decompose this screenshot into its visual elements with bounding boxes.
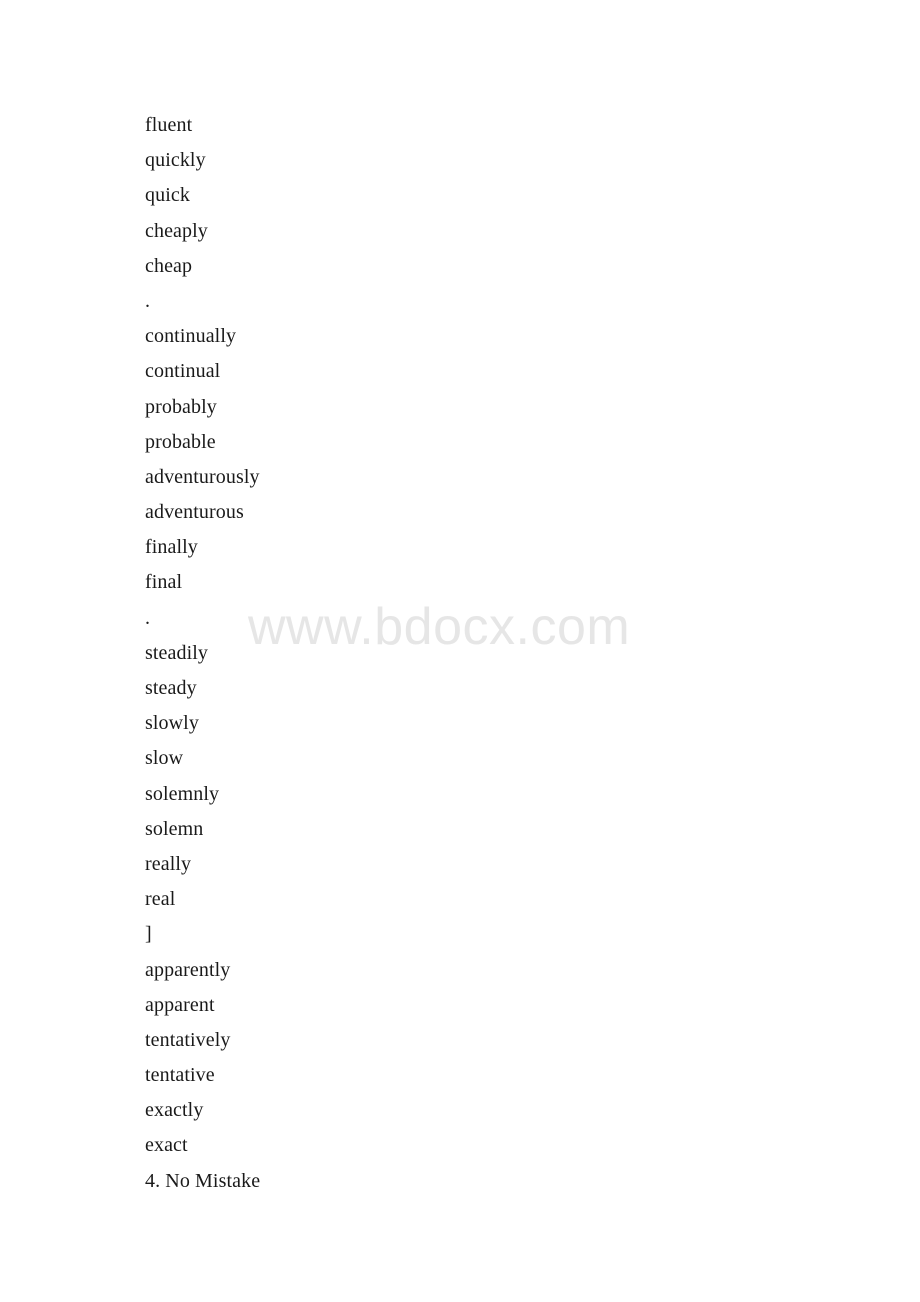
- word-line: quickly: [145, 149, 206, 172]
- word-line: probably: [145, 395, 217, 418]
- word-line: apparently: [145, 958, 231, 981]
- word-line: quick: [145, 184, 190, 207]
- separator-line: ]: [145, 923, 152, 946]
- word-line: cheap: [145, 254, 193, 277]
- word-line: tentatively: [145, 1028, 231, 1051]
- word-line: solemn: [145, 817, 204, 840]
- word-line: exactly: [145, 1099, 204, 1122]
- word-line: steady: [145, 677, 197, 699]
- document-page: www.bdocx.com fluent quickly quick cheaply c…: [0, 0, 920, 1302]
- word-line: slowly: [145, 712, 199, 735]
- word-line: continual: [145, 360, 221, 383]
- word-line: solemnly: [145, 782, 220, 805]
- word-line: fluent: [145, 114, 193, 136]
- document-body: fluent quickly quick cheaply cheap. continual…: [145, 108, 845, 1199]
- word-line: cheaply: [145, 219, 208, 242]
- word-line: slow: [145, 747, 184, 770]
- separator-line: .: [145, 606, 151, 629]
- word-line: apparent: [145, 993, 215, 1016]
- word-line: continually: [145, 325, 237, 348]
- word-line: finally: [145, 536, 198, 559]
- word-line: probable: [145, 430, 216, 453]
- word-line: real: [145, 888, 176, 911]
- word-line: final: [145, 571, 183, 594]
- word-line: really: [145, 852, 192, 875]
- word-line: steadily: [145, 641, 209, 664]
- word-line: tentative: [145, 1064, 215, 1087]
- word-line: exact: [145, 1134, 188, 1157]
- separator-line: .: [145, 289, 151, 312]
- numbered-list-item: 4. No Mistake: [145, 1169, 261, 1192]
- word-line: adventurous: [145, 501, 244, 524]
- word-line: adventurously: [145, 465, 260, 488]
